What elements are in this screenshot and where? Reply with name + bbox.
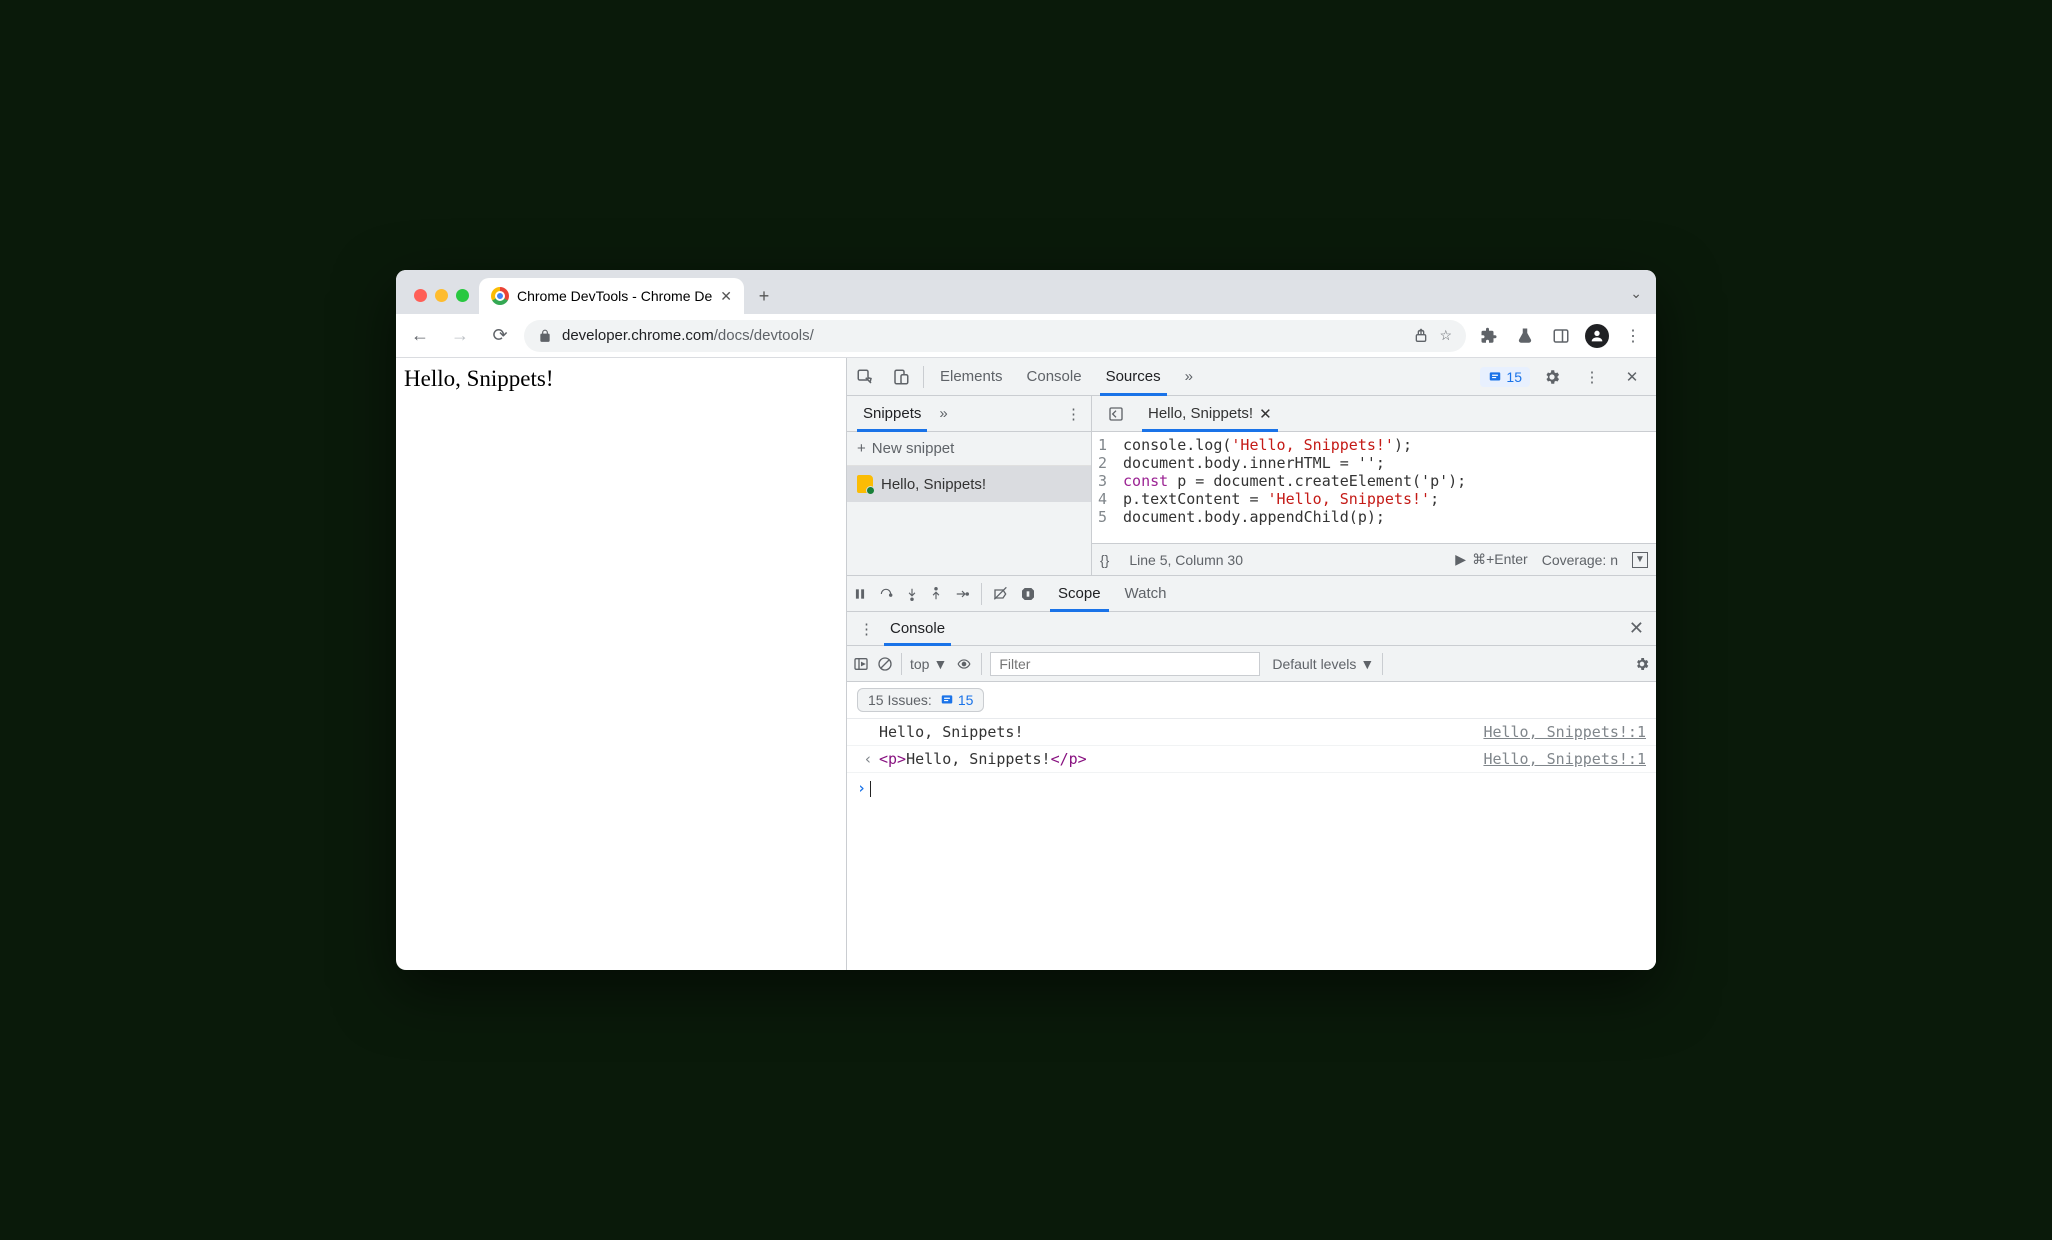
- snippets-tab[interactable]: Snippets: [853, 396, 931, 431]
- more-vert-icon[interactable]: ⋮: [1574, 368, 1610, 386]
- drawer-console-tab[interactable]: Console: [880, 612, 955, 645]
- navigate-icon[interactable]: [1098, 406, 1134, 422]
- devtools-tabs: Elements Console Sources » 15 ⋮ ✕: [847, 358, 1656, 396]
- nav-menu-icon[interactable]: ⋮: [1056, 405, 1091, 423]
- url-text: developer.chrome.com/docs/devtools/: [562, 327, 814, 344]
- inspect-icon[interactable]: [847, 368, 883, 386]
- source-link[interactable]: Hello, Snippets!:1: [1483, 723, 1646, 741]
- close-drawer-icon[interactable]: ✕: [1623, 618, 1650, 639]
- secure-lock-icon: [538, 329, 552, 343]
- browser-toolbar: ← → ⟳ developer.chrome.com/docs/devtools…: [396, 314, 1656, 358]
- close-tab-icon[interactable]: ✕: [720, 288, 732, 305]
- issues-chip[interactable]: 15: [1480, 367, 1530, 387]
- code-editor[interactable]: 1 2 3 4 5 console.log('Hello, Snippets!'…: [1092, 432, 1656, 543]
- tabs-chevron-icon[interactable]: ⌄: [1630, 285, 1648, 302]
- context-selector[interactable]: top ▼: [910, 656, 947, 672]
- console-row: Hello, Snippets! Hello, Snippets!:1: [847, 719, 1656, 746]
- labs-icon[interactable]: [1510, 321, 1540, 351]
- debugger-toolbar: Scope Watch: [847, 576, 1656, 612]
- console-toolbar: top ▼ Default levels ▼: [847, 646, 1656, 682]
- tab-strip: Chrome DevTools - Chrome De ✕ + ⌄: [396, 270, 1656, 314]
- extensions-icon[interactable]: [1474, 321, 1504, 351]
- close-window-button[interactable]: [414, 289, 427, 302]
- issues-button[interactable]: 15 Issues: 15: [857, 688, 984, 712]
- device-toggle-icon[interactable]: [883, 368, 919, 386]
- tab-console[interactable]: Console: [1015, 358, 1094, 395]
- window-controls: [404, 289, 479, 314]
- console-body[interactable]: Hello, Snippets! Hello, Snippets!:1 ‹ <p…: [847, 719, 1656, 970]
- pause-exceptions-icon[interactable]: [1020, 586, 1036, 602]
- console-settings-icon[interactable]: [1634, 656, 1650, 672]
- watch-tab[interactable]: Watch: [1113, 576, 1179, 611]
- editor-tab[interactable]: Hello, Snippets! ✕: [1140, 396, 1280, 431]
- editor-pane: Hello, Snippets! ✕ 1 2 3 4 5: [1092, 396, 1656, 575]
- live-expression-icon[interactable]: [955, 657, 973, 671]
- step-out-icon[interactable]: [929, 586, 943, 602]
- sidepanel-icon[interactable]: [1546, 321, 1576, 351]
- minimize-window-button[interactable]: [435, 289, 448, 302]
- menu-icon[interactable]: ⋮: [1618, 321, 1648, 351]
- content-split: Hello, Snippets! Elements Console Source…: [396, 358, 1656, 970]
- plus-icon: +: [857, 440, 866, 457]
- sources-panel: Snippets » ⋮ + New snippet Hello, Snippe…: [847, 396, 1656, 576]
- share-icon[interactable]: [1413, 328, 1429, 344]
- browser-window: Chrome DevTools - Chrome De ✕ + ⌄ ← → ⟳ …: [396, 270, 1656, 970]
- sources-navigator: Snippets » ⋮ + New snippet Hello, Snippe…: [847, 396, 1092, 575]
- settings-gear-icon[interactable]: [1534, 368, 1570, 386]
- levels-selector[interactable]: Default levels ▼: [1272, 656, 1374, 672]
- expand-icon[interactable]: ▼: [1632, 552, 1648, 568]
- bookmark-star-icon[interactable]: ☆: [1439, 327, 1452, 344]
- clear-console-icon[interactable]: [877, 656, 893, 672]
- pause-icon[interactable]: [853, 587, 867, 601]
- console-drawer: ⋮ Console ✕ top ▼ Default levels ▼: [847, 612, 1656, 970]
- snippet-file-icon: [857, 475, 873, 493]
- fullscreen-window-button[interactable]: [456, 289, 469, 302]
- chrome-logo-icon: [491, 287, 509, 305]
- tab-title: Chrome DevTools - Chrome De: [517, 288, 712, 304]
- cursor-pos: Line 5, Column 30: [1129, 552, 1243, 568]
- omnibox[interactable]: developer.chrome.com/docs/devtools/ ☆: [524, 320, 1466, 352]
- browser-tab[interactable]: Chrome DevTools - Chrome De ✕: [479, 278, 744, 314]
- console-prompt[interactable]: ›: [847, 773, 1656, 803]
- new-snippet-button[interactable]: + New snippet: [847, 432, 1091, 466]
- tab-sources[interactable]: Sources: [1094, 358, 1173, 395]
- back-button[interactable]: ←: [404, 320, 436, 352]
- run-shortcut: ⌘+Enter: [1472, 551, 1528, 568]
- source-link[interactable]: Hello, Snippets!:1: [1483, 750, 1646, 768]
- reload-button[interactable]: ⟳: [484, 320, 516, 352]
- page-text: Hello, Snippets!: [404, 366, 554, 391]
- filter-input[interactable]: [990, 652, 1260, 676]
- forward-button[interactable]: →: [444, 320, 476, 352]
- page: Hello, Snippets!: [396, 358, 846, 970]
- step-over-icon[interactable]: [877, 587, 895, 601]
- new-tab-button[interactable]: +: [750, 282, 778, 310]
- deactivate-breakpoints-icon[interactable]: [992, 586, 1010, 602]
- pretty-print-icon[interactable]: {}: [1100, 552, 1109, 568]
- nav-more-icon[interactable]: »: [931, 405, 955, 422]
- editor-status: {} Line 5, Column 30 ▶ ⌘+Enter Coverage:…: [1092, 543, 1656, 575]
- close-editor-tab-icon[interactable]: ✕: [1259, 405, 1272, 423]
- close-devtools-icon[interactable]: ✕: [1614, 368, 1650, 386]
- toolbar-icons: ⋮: [1474, 321, 1648, 351]
- step-icon[interactable]: [953, 587, 971, 601]
- run-icon[interactable]: ▶: [1455, 551, 1466, 568]
- console-row: ‹ <p>Hello, Snippets!</p> Hello, Snippet…: [847, 746, 1656, 773]
- tab-more-chevron-icon[interactable]: »: [1173, 358, 1205, 395]
- step-into-icon[interactable]: [905, 586, 919, 602]
- profile-avatar[interactable]: [1582, 321, 1612, 351]
- scope-tab[interactable]: Scope: [1046, 576, 1113, 611]
- sidebar-toggle-icon[interactable]: [853, 656, 869, 672]
- coverage-indicator[interactable]: Coverage: n: [1542, 552, 1618, 568]
- line-gutter: 1 2 3 4 5: [1092, 432, 1117, 543]
- drawer-menu-icon[interactable]: ⋮: [853, 620, 880, 638]
- snippet-item[interactable]: Hello, Snippets!: [847, 466, 1091, 502]
- devtools-panel: Elements Console Sources » 15 ⋮ ✕: [846, 358, 1656, 970]
- tab-elements[interactable]: Elements: [928, 358, 1015, 395]
